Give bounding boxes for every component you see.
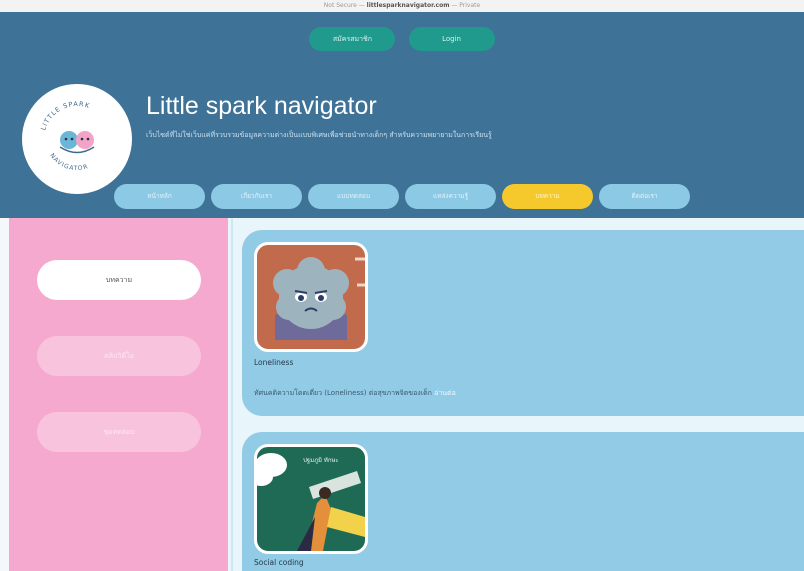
register-button[interactable]: สมัครสมาชิก <box>309 27 396 51</box>
sidebar-item-tests[interactable]: ชุดทดสอบ <box>37 412 201 452</box>
login-button[interactable]: Login <box>408 27 495 51</box>
address-suffix: — Private <box>449 2 481 9</box>
address-prefix: Not Secure — <box>323 2 367 9</box>
article-description-text: ทัศนคติความโดดเดี่ยว (Loneliness) ต่อสุข… <box>254 389 432 397</box>
thumbnail-caption: ปฐมภูมิ ทักษะ <box>303 457 339 464</box>
site-logo[interactable]: LITTLE SPARK NAVIGATOR <box>22 84 132 194</box>
main-nav: หน้าหลัก เกี่ยวกับเรา แบบทดสอบ แหล่งความ… <box>0 184 804 209</box>
article-title[interactable]: Loneliness <box>254 358 293 367</box>
article-card[interactable]: Loneliness ทัศนคติความโดดเดี่ยว (Lonelin… <box>242 230 804 416</box>
article-list: Loneliness ทัศนคติความโดดเดี่ยว (Lonelin… <box>228 218 804 571</box>
svg-text:LITTLE SPARK: LITTLE SPARK <box>39 100 91 131</box>
nav-tab-articles[interactable]: บทความ <box>502 184 593 209</box>
auth-buttons: สมัครสมาชิก Login <box>0 26 804 51</box>
sidebar: บทความ คลิปวิดีโอ ชุดทดสอบ <box>9 218 228 571</box>
site-subtitle: เว็บไซต์ที่ไม่ใช่เว็บแค่ที่รวบรวมข้อมูลค… <box>146 131 492 139</box>
site-title: Little spark navigator <box>146 92 377 120</box>
article-title[interactable]: Social coding <box>254 558 304 567</box>
article-thumbnail[interactable]: ปฐมภูมิ ทักษะ <box>254 444 368 554</box>
logo-graphic: LITTLE SPARK NAVIGATOR <box>39 100 95 172</box>
nav-tab-about[interactable]: เกี่ยวกับเรา <box>211 184 302 209</box>
article-thumbnail[interactable] <box>254 242 368 352</box>
read-more-link[interactable]: อ่านต่อ <box>434 389 456 397</box>
sad-cloud-illustration <box>273 257 365 340</box>
site-header: สมัครสมาชิก Login LITTLE SPARK NAVIGATOR… <box>0 12 804 218</box>
nav-tab-home[interactable]: หน้าหลัก <box>114 184 205 209</box>
article-card[interactable]: ปฐมภูมิ ทักษะ Social coding <box>242 432 804 571</box>
sidebar-item-videos[interactable]: คลิปวิดีโอ <box>37 336 201 376</box>
nav-tab-quiz[interactable]: แบบทดสอบ <box>308 184 399 209</box>
svg-text:NAVIGATOR: NAVIGATOR <box>48 152 89 172</box>
nav-tab-resources[interactable]: แหล่งความรู้ <box>405 184 496 209</box>
address-domain: littlesparknavigator.com <box>366 2 450 9</box>
nav-tab-contact[interactable]: ติดต่อเรา <box>599 184 690 209</box>
article-description: ทัศนคติความโดดเดี่ยว (Loneliness) ต่อสุข… <box>254 388 456 399</box>
sidebar-item-articles[interactable]: บทความ <box>37 260 201 300</box>
